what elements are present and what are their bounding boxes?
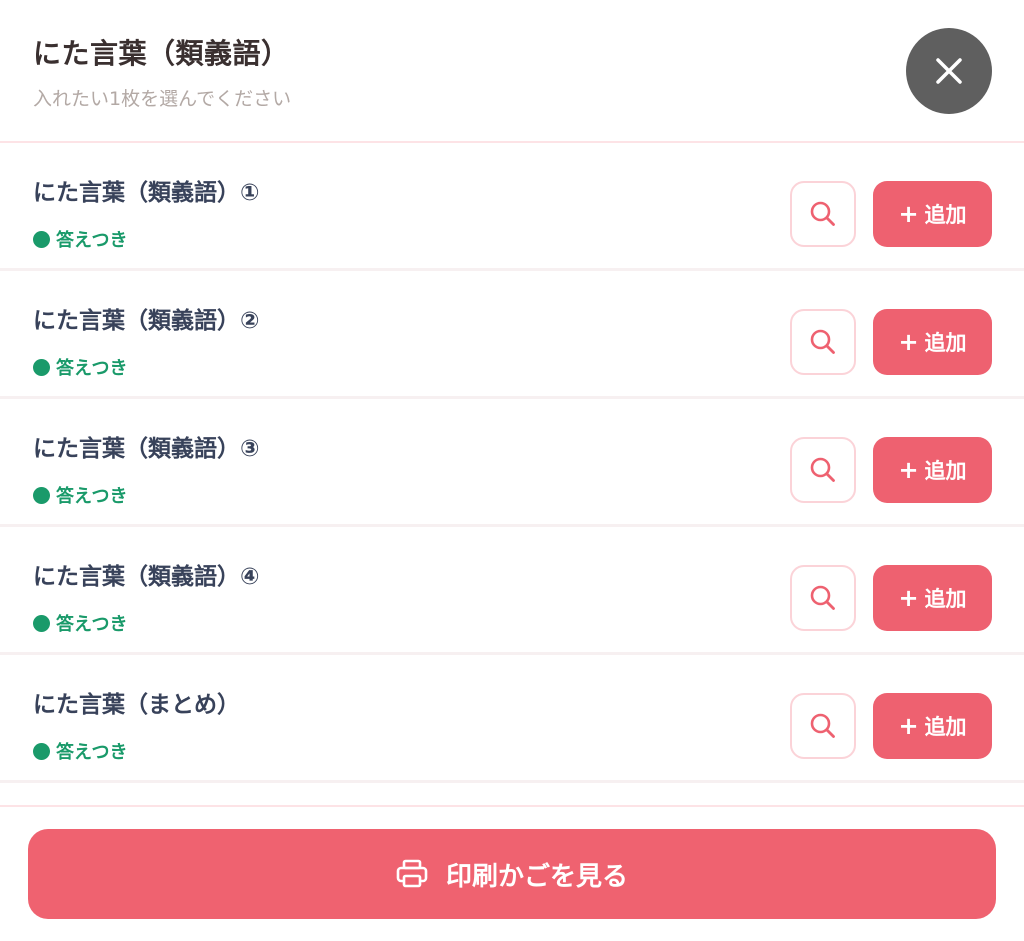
status-dot-icon — [33, 486, 50, 504]
close-button[interactable] — [906, 28, 992, 114]
search-icon — [810, 201, 835, 226]
answer-badge: 答えつき — [33, 226, 127, 252]
status-dot-icon — [33, 614, 50, 632]
item-title: にた言葉（類義語）① — [33, 180, 260, 206]
list-item: にた言葉（類義語）① 答えつき + 追加 — [0, 143, 1024, 271]
add-button-label: 追加 — [924, 459, 967, 483]
list-item: にた言葉（類義語）③ 答えつき + 追加 — [0, 399, 1024, 527]
modal-title: にた言葉（類義語） — [33, 37, 290, 70]
sheet-list: にた言葉（類義語）① 答えつき + 追加 にた言葉（類義語）② 答えつき + 追… — [0, 143, 1024, 783]
search-icon — [810, 329, 835, 354]
status-dot-icon — [33, 230, 50, 248]
list-item: にた言葉（まとめ） 答えつき + 追加 — [0, 655, 1024, 783]
add-button[interactable]: + 追加 — [873, 437, 992, 503]
add-button[interactable]: + 追加 — [873, 693, 992, 759]
view-print-cart-button[interactable]: 印刷かごを見る — [28, 829, 996, 919]
answer-badge: 答えつき — [33, 610, 127, 636]
modal-footer: 印刷かごを見る — [0, 805, 1024, 941]
answer-badge-label: 答えつき — [56, 230, 128, 251]
add-button-label: 追加 — [924, 715, 967, 739]
add-button[interactable]: + 追加 — [873, 181, 992, 247]
preview-button[interactable] — [790, 181, 856, 247]
answer-badge-label: 答えつき — [56, 486, 128, 507]
plus-icon: + — [898, 200, 919, 228]
modal-subtitle: 入れたい1枚を選んでください — [33, 88, 292, 110]
preview-button[interactable] — [790, 693, 856, 759]
answer-badge: 答えつき — [33, 354, 127, 380]
answer-badge: 答えつき — [33, 482, 127, 508]
add-button[interactable]: + 追加 — [873, 565, 992, 631]
add-button[interactable]: + 追加 — [873, 309, 992, 375]
search-icon — [810, 713, 835, 738]
plus-icon: + — [898, 456, 919, 484]
answer-badge-label: 答えつき — [56, 358, 128, 379]
preview-button[interactable] — [790, 565, 856, 631]
add-button-label: 追加 — [924, 587, 967, 611]
answer-badge-label: 答えつき — [56, 742, 128, 763]
modal-header: にた言葉（類義語） 入れたい1枚を選んでください — [0, 0, 1024, 143]
plus-icon: + — [898, 584, 919, 612]
status-dot-icon — [33, 358, 50, 376]
item-title: にた言葉（類義語）④ — [33, 564, 260, 590]
plus-icon: + — [898, 328, 919, 356]
item-title: にた言葉（類義語）② — [33, 308, 260, 334]
search-icon — [810, 585, 835, 610]
close-icon — [936, 58, 962, 84]
add-button-label: 追加 — [924, 203, 967, 227]
item-title: にた言葉（まとめ） — [33, 692, 240, 718]
preview-button[interactable] — [790, 309, 856, 375]
list-item: にた言葉（類義語）④ 答えつき + 追加 — [0, 527, 1024, 655]
printer-icon — [396, 859, 428, 888]
preview-button[interactable] — [790, 437, 856, 503]
answer-badge: 答えつき — [33, 738, 127, 764]
add-button-label: 追加 — [924, 331, 967, 355]
item-title: にた言葉（類義語）③ — [33, 436, 260, 462]
list-item: にた言葉（類義語）② 答えつき + 追加 — [0, 271, 1024, 399]
search-icon — [810, 457, 835, 482]
status-dot-icon — [33, 742, 50, 760]
view-print-cart-label: 印刷かごを見る — [445, 861, 628, 892]
plus-icon: + — [898, 712, 919, 740]
answer-badge-label: 答えつき — [56, 614, 128, 635]
select-sheet-modal: にた言葉（類義語） 入れたい1枚を選んでください にた言葉（類義語）① 答えつき — [0, 0, 1024, 941]
